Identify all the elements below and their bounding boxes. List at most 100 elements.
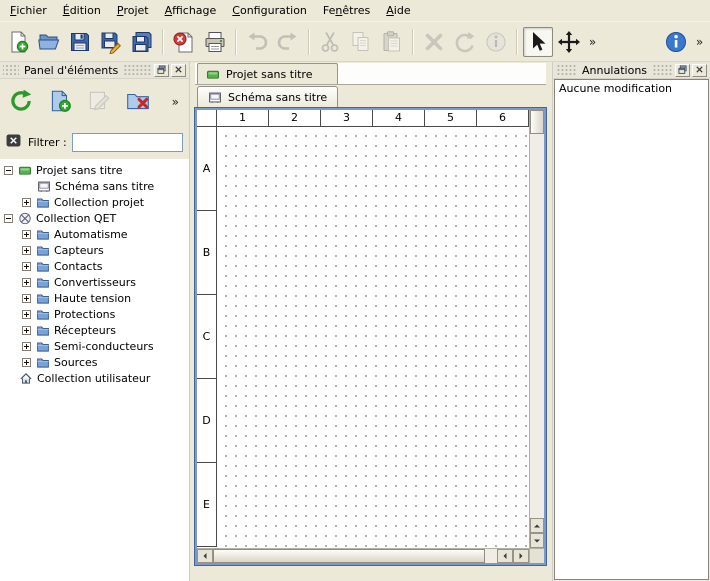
tree-item[interactable]: Collection QET (0, 210, 189, 226)
save-all-button[interactable] (127, 27, 157, 57)
tree-expander[interactable] (22, 342, 31, 351)
main-toolbar: »» (0, 22, 710, 62)
reload-collections-button[interactable] (5, 86, 37, 118)
schema-grid[interactable] (217, 127, 529, 548)
menu-fenetres[interactable]: Fenêtres (315, 0, 378, 21)
toolbar-separator (308, 29, 310, 55)
tree-expander[interactable] (22, 294, 31, 303)
tree-expander[interactable] (4, 214, 13, 223)
filter-input[interactable] (72, 133, 183, 152)
tree-item-label: Projet sans titre (34, 164, 123, 177)
undo-button[interactable] (242, 27, 272, 57)
tree-item-label: Collection QET (34, 212, 116, 225)
save-as-button[interactable] (96, 27, 126, 57)
row-header: B (197, 211, 217, 295)
tree-item[interactable]: Convertisseurs (0, 274, 189, 290)
menu-edition[interactable]: Édition (55, 0, 109, 21)
cut-button[interactable] (315, 27, 345, 57)
folder-icon (34, 228, 52, 241)
elements-tree: Projet sans titreSchéma sans titreCollec… (0, 159, 189, 581)
element-infos-button[interactable] (481, 27, 511, 57)
new-element-button[interactable] (44, 86, 76, 118)
tree-item[interactable]: Capteurs (0, 242, 189, 258)
toolbar-overflow-2-button[interactable]: » (692, 27, 707, 57)
float-undo-panel-button[interactable] (675, 64, 690, 77)
filter-label: Filtrer : (28, 136, 67, 149)
open-document-button[interactable] (34, 27, 64, 57)
scroll-left-button[interactable] (197, 549, 213, 563)
about-info-button[interactable] (661, 27, 691, 57)
tree-expander[interactable] (22, 246, 31, 255)
scrollbar-corner (529, 548, 544, 563)
delete-element-button[interactable] (122, 86, 154, 118)
new-doc-icon (6, 30, 30, 54)
tree-item[interactable]: Semi-conducteurs (0, 338, 189, 354)
tree-item-label: Haute tension (52, 292, 131, 305)
tree-item[interactable]: Collection utilisateur (0, 370, 189, 386)
rotate-button[interactable] (450, 27, 480, 57)
folder-icon (34, 260, 52, 273)
tree-item[interactable]: Haute tension (0, 290, 189, 306)
elements-panel-titlebar[interactable]: Panel d'éléments (0, 62, 189, 79)
undo-panel-titlebar[interactable]: Annulations (553, 62, 710, 79)
pan-mode-button[interactable] (554, 27, 584, 57)
tree-item[interactable]: Automatisme (0, 226, 189, 242)
menu-fichier[interactable]: Fichier (2, 0, 55, 21)
elements-toolbar-overflow-button[interactable]: » (167, 95, 184, 109)
tab-schema-sans-titre[interactable]: Schéma sans titre (197, 86, 338, 108)
close-elements-panel-button[interactable] (171, 64, 186, 77)
tree-expander[interactable] (22, 326, 31, 335)
tree-item[interactable]: Schéma sans titre (0, 178, 189, 194)
vscroll-thumb[interactable] (530, 110, 544, 134)
select-mode-button[interactable] (523, 27, 553, 57)
menu-aide[interactable]: Aide (378, 0, 418, 21)
column-headers: 123456 (217, 110, 529, 127)
folder-icon (34, 276, 52, 289)
tree-expander[interactable] (22, 278, 31, 287)
rotate-icon (453, 30, 477, 54)
select-arrow-icon (526, 30, 550, 54)
tree-expander[interactable] (22, 310, 31, 319)
toolbar-overflow-1-button[interactable]: » (585, 27, 600, 57)
tab-projet-sans-titre[interactable]: Projet sans titre (197, 63, 338, 84)
tree-item[interactable]: Protections (0, 306, 189, 322)
redo-button[interactable] (273, 27, 303, 57)
float-icon (157, 64, 166, 77)
tree-item[interactable]: Collection projet (0, 194, 189, 210)
close-file-button[interactable] (169, 27, 199, 57)
menu-configuration[interactable]: Configuration (224, 0, 315, 21)
tree-item-label: Collection utilisateur (35, 372, 150, 385)
close-undo-panel-button[interactable] (692, 64, 707, 77)
tree-expander[interactable] (22, 230, 31, 239)
menu-projet[interactable]: Projet (109, 0, 157, 21)
scroll-up-button[interactable] (530, 518, 544, 533)
tree-item[interactable]: Contacts (0, 258, 189, 274)
tree-expander[interactable] (22, 358, 31, 367)
workspace: Projet sans titre Schéma sans titre 1234… (190, 62, 552, 581)
clear-filter-button[interactable] (4, 134, 23, 151)
vscroll-track[interactable] (530, 134, 544, 518)
tree-expander[interactable] (4, 166, 13, 175)
column-header: 1 (217, 110, 269, 127)
menu-affichage[interactable]: Affichage (157, 0, 225, 21)
print-button[interactable] (200, 27, 230, 57)
info-blue-icon (664, 30, 688, 54)
paste-button[interactable] (377, 27, 407, 57)
copy-button[interactable] (346, 27, 376, 57)
save-button[interactable] (65, 27, 95, 57)
tree-expander[interactable] (22, 262, 31, 271)
hscroll-track[interactable] (485, 549, 497, 563)
scroll-right-button[interactable] (513, 549, 529, 563)
scroll-down-button[interactable] (530, 533, 544, 548)
edit-element-button[interactable] (83, 86, 115, 118)
delete-button[interactable] (419, 27, 449, 57)
tree-expander[interactable] (22, 198, 31, 207)
undo-list[interactable]: Aucune modification (554, 79, 709, 580)
float-elements-panel-button[interactable] (154, 64, 169, 77)
scroll-left-button-2[interactable] (497, 549, 513, 563)
tree-item[interactable]: Récepteurs (0, 322, 189, 338)
new-document-button[interactable] (3, 27, 33, 57)
tree-item[interactable]: Projet sans titre (0, 162, 189, 178)
tree-item[interactable]: Sources (0, 354, 189, 370)
hscroll-thumb[interactable] (213, 549, 485, 563)
